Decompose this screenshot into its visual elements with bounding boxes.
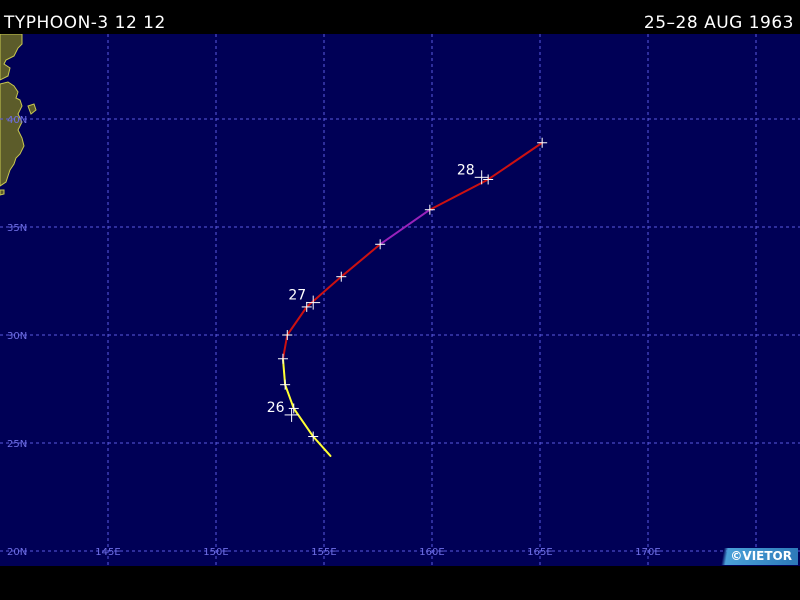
- storm-title: TYPHOON-3 12 12: [4, 13, 166, 33]
- latitude-label: 35N: [7, 223, 27, 234]
- ocean: [0, 34, 800, 566]
- day-label: 27: [288, 288, 306, 304]
- longitude-label: 155E: [311, 547, 336, 558]
- longitude-label: 145E: [95, 547, 120, 558]
- latitude-label: 20N: [7, 547, 27, 558]
- latitude-label: 30N: [7, 331, 27, 342]
- longitude-label: 160E: [419, 547, 444, 558]
- day-label: 26: [267, 400, 285, 416]
- longitude-label: 170E: [635, 547, 660, 558]
- track-map: 40N 35N 30N 25N 20N 145E 150E 155E 160E 165E 170E…: [0, 34, 800, 566]
- vietor-credit-logo: ©VIETOR: [716, 548, 798, 565]
- longitude-label: 165E: [527, 547, 552, 558]
- header-bar: TYPHOON-3 12 12 25–28 AUG 1963: [0, 0, 800, 34]
- day-label: 28: [457, 162, 475, 178]
- date-range: 25–28 AUG 1963: [643, 13, 794, 33]
- longitude-label: 150E: [203, 547, 228, 558]
- latitude-label: 40N: [7, 115, 27, 126]
- latitude-label: 25N: [7, 439, 27, 450]
